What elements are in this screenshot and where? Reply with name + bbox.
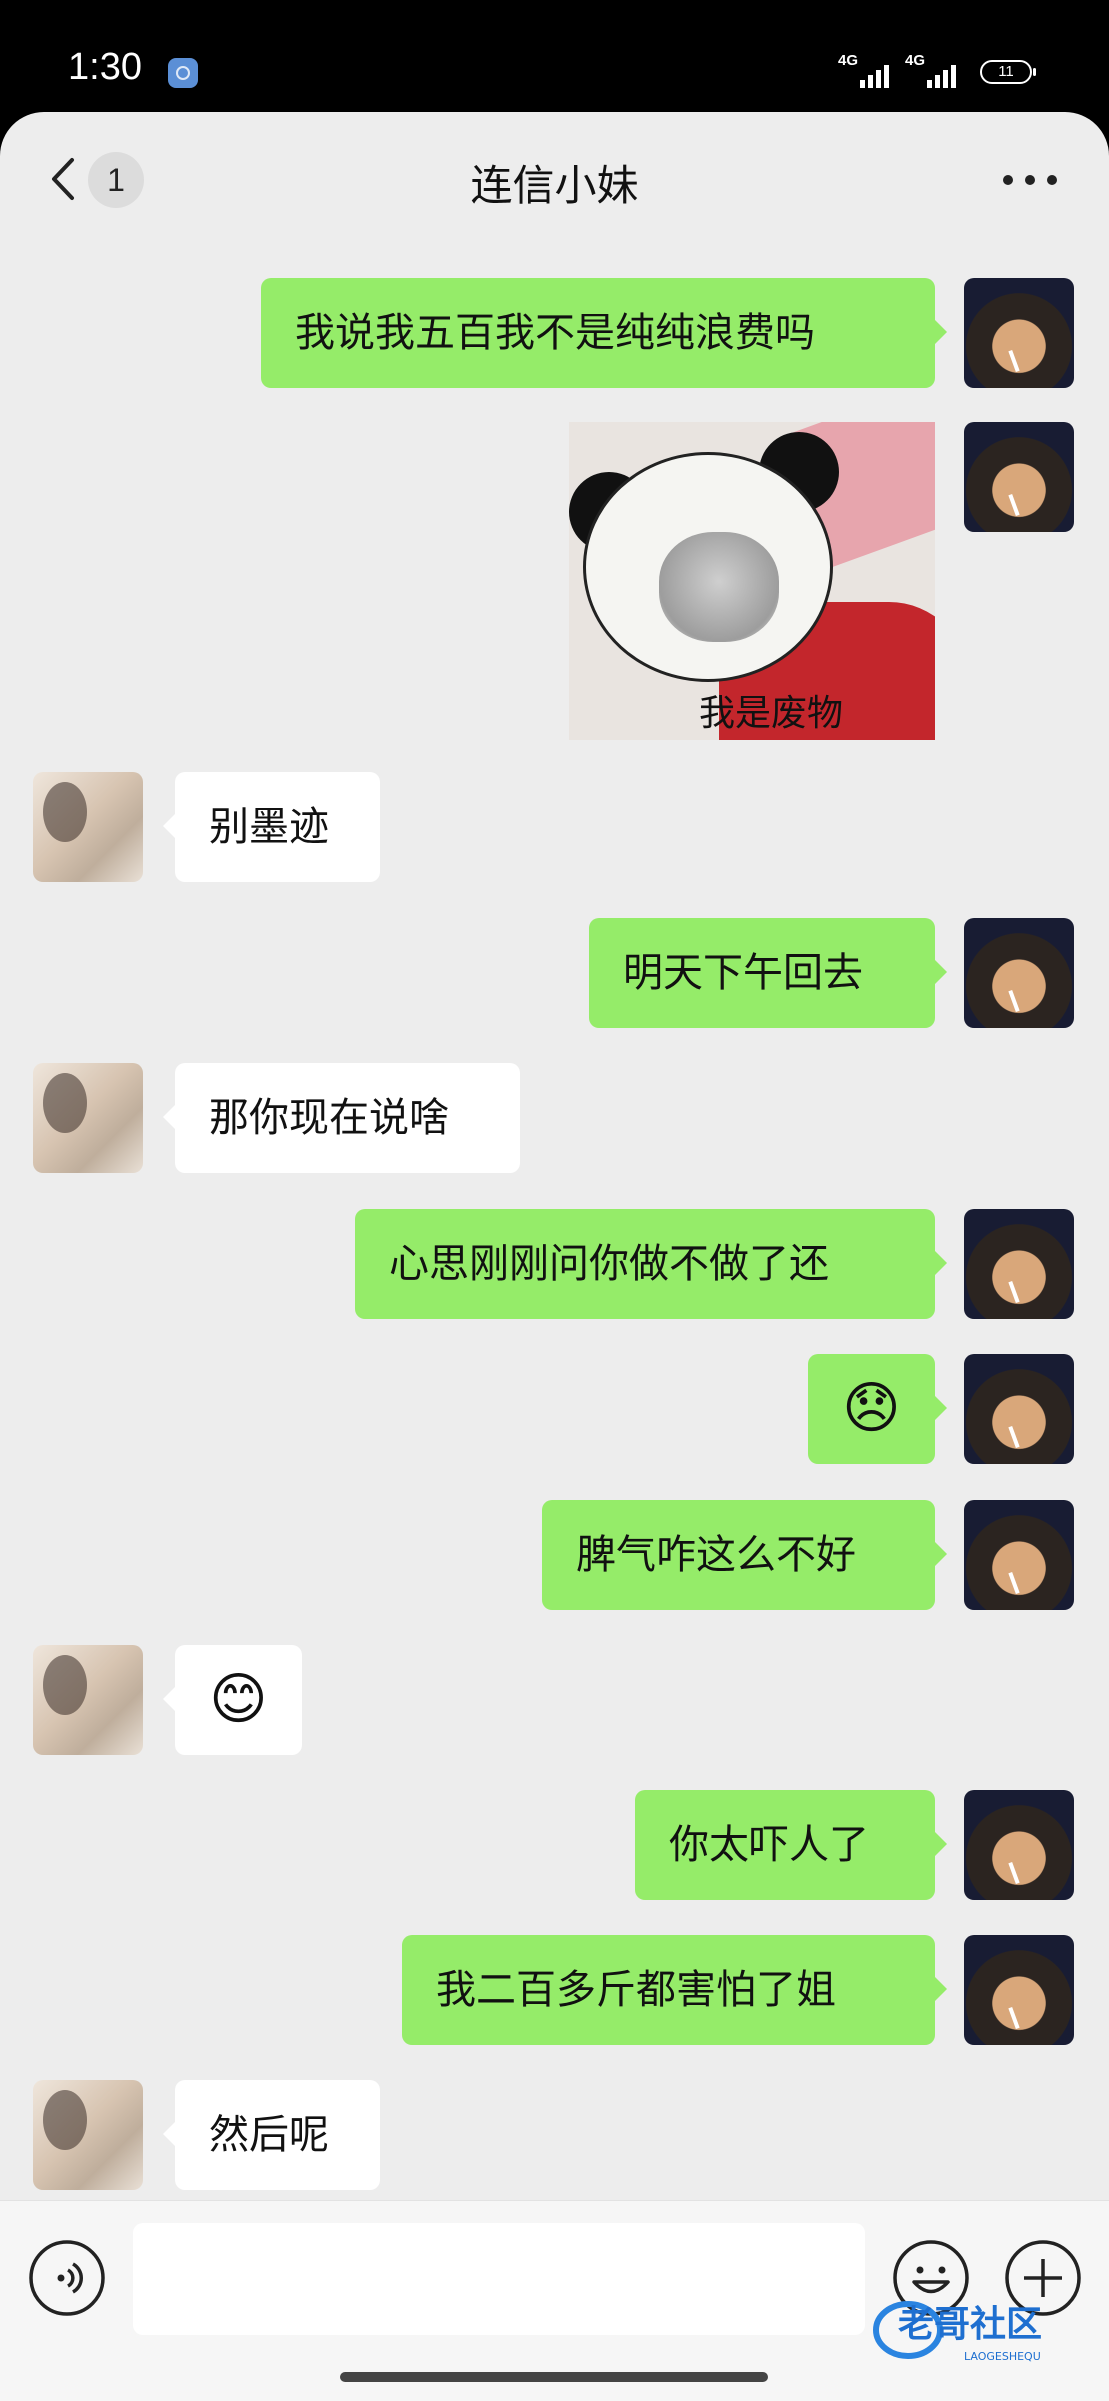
status-time: 1:30: [68, 46, 142, 88]
sticker-image[interactable]: 我是废物: [569, 422, 935, 740]
chat-title: 连信小妹: [470, 161, 639, 210]
watermark-logo: 老哥社区 LAOGESHEQU: [873, 2301, 1042, 2363]
more-dots-icon[interactable]: [1000, 172, 1060, 188]
home-indicator[interactable]: [340, 2372, 768, 2382]
avatar[interactable]: [964, 1209, 1074, 1319]
panda-face: [659, 532, 779, 642]
signal-label: 4G: [905, 52, 926, 69]
notification-icon: [168, 58, 198, 88]
message-bubble[interactable]: 然后呢: [163, 2080, 380, 2190]
battery-level: 11: [998, 63, 1014, 80]
avatar[interactable]: [964, 1790, 1074, 1900]
chat-header: 1 连信小妹: [0, 112, 1109, 250]
message-bubble[interactable]: 我二百多斤都害怕了姐: [402, 1935, 947, 2045]
avatar[interactable]: [33, 772, 143, 882]
message-bubble[interactable]: 你太吓人了: [635, 1790, 947, 1900]
battery-icon: 11: [980, 60, 1036, 84]
message-bubble[interactable]: 我说我五百我不是纯纯浪费吗: [261, 278, 947, 388]
avatar[interactable]: [33, 1063, 143, 1173]
avatar[interactable]: [964, 918, 1074, 1028]
watermark-text: 老哥社区: [898, 2304, 1042, 2345]
avatar[interactable]: [964, 278, 1074, 388]
signal-icon: 4G: [905, 52, 985, 88]
sticker-caption: 我是废物: [699, 693, 844, 734]
message-input[interactable]: [133, 2223, 865, 2335]
message-bubble[interactable]: 😊: [163, 1645, 302, 1755]
avatar[interactable]: [33, 1645, 143, 1755]
message-bubble[interactable]: 别墨迹: [163, 772, 380, 882]
message-bubble[interactable]: 那你现在说啥: [163, 1063, 520, 1173]
message-bubble[interactable]: 脾气咋这么不好: [542, 1500, 947, 1610]
avatar[interactable]: [964, 422, 1074, 532]
watermark-subtext: LAOGESHEQU: [964, 2350, 1041, 2363]
message-bubble[interactable]: 心思刚刚问你做不做了还: [355, 1209, 947, 1319]
signal-label: 4G: [838, 52, 859, 69]
voice-icon[interactable]: [28, 2239, 106, 2317]
message-bubble[interactable]: 😞: [808, 1354, 947, 1464]
status-bar: 1:30 4G 4G 11: [0, 0, 1109, 120]
message-bubble[interactable]: 明天下午回去: [589, 918, 947, 1028]
avatar[interactable]: [964, 1500, 1074, 1610]
avatar[interactable]: [964, 1354, 1074, 1464]
avatar[interactable]: [964, 1935, 1074, 2045]
avatar[interactable]: [33, 2080, 143, 2190]
chat-window: 1 连信小妹 我说我五百我不是纯纯浪费吗 我是废物 别墨迹 明天下午回去 那你现…: [0, 112, 1109, 2400]
